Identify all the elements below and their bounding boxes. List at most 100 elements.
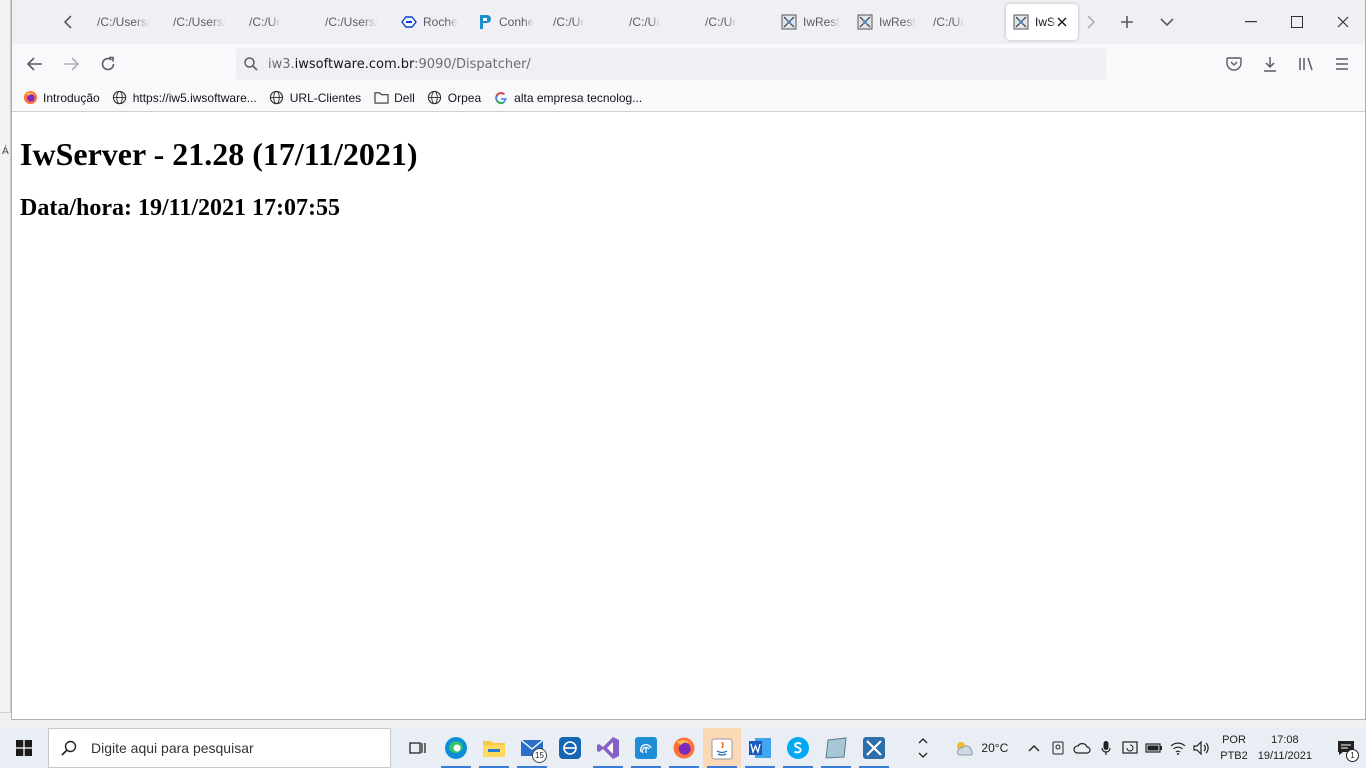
camera-icon[interactable] (1046, 728, 1070, 768)
tab-title: Conhe (499, 15, 535, 29)
url-text[interactable]: iw3.iwsoftware.com.br:9090/Dispatcher/ (268, 57, 531, 72)
overflow-scroll[interactable] (913, 728, 933, 768)
maximize-icon (1291, 16, 1303, 28)
folder-icon (483, 741, 505, 757)
close-tab-button[interactable] (1054, 14, 1070, 30)
app-window[interactable] (817, 728, 855, 768)
skype-app[interactable] (779, 728, 817, 768)
menu-button[interactable] (1327, 50, 1357, 78)
firefox-app[interactable] (665, 728, 703, 768)
tab[interactable]: /C:/Users/ (318, 4, 394, 40)
tab[interactable]: /C:/Ur (698, 4, 774, 40)
tab[interactable]: /C:/Ur (926, 4, 1002, 40)
tab[interactable]: /C:/Ur (242, 4, 318, 40)
bookmark-item[interactable]: URL-Clientes (269, 90, 361, 106)
tab-active[interactable]: IwS (1006, 4, 1078, 40)
edge-app[interactable] (437, 728, 475, 768)
pocket-icon (1226, 56, 1242, 71)
bookmark-label: https://iw5.iwsoftware... (132, 90, 257, 105)
notification-center-button[interactable]: 1 (1326, 728, 1366, 768)
notification-count: 1 (1346, 749, 1359, 762)
scroll-tabs-left-button[interactable] (55, 9, 81, 35)
globe-icon (112, 90, 128, 106)
clock[interactable]: 17:08 19/11/2021 (1258, 732, 1312, 764)
bookmarks-toolbar: Introdução https://iw5.iwsoftware... URL… (12, 84, 1365, 112)
tab[interactable]: Roche (394, 4, 470, 40)
url-bar[interactable]: iw3.iwsoftware.com.br:9090/Dispatcher/ (236, 48, 1106, 80)
plus-icon (1121, 16, 1133, 28)
bookmark-item[interactable]: https://iw5.iwsoftware... (112, 90, 257, 106)
volume-icon[interactable] (1190, 728, 1214, 768)
taskbar-apps: 15 (399, 728, 893, 768)
mail-app[interactable]: 15 (513, 728, 551, 768)
bookmark-item[interactable]: Introdução (22, 90, 100, 106)
bookmark-item[interactable]: Orpea (427, 90, 481, 106)
network-icon (857, 14, 873, 30)
tab-title: /C:/Ur (933, 15, 965, 29)
wifi-icon[interactable] (1166, 728, 1190, 768)
back-button[interactable] (20, 50, 50, 78)
bookmark-label: Dell (394, 90, 415, 105)
roche-logo-icon (401, 14, 417, 30)
taskbar-search-box[interactable]: Digite aqui para pesquisar (48, 728, 391, 768)
battery-icon[interactable] (1142, 728, 1166, 768)
tab-title: IwRest (879, 15, 916, 29)
list-all-tabs-button[interactable] (1154, 9, 1180, 35)
tab[interactable]: /C:/Ur (546, 4, 622, 40)
reload-button[interactable] (93, 50, 123, 78)
tab[interactable]: Conhe (470, 4, 546, 40)
tab[interactable]: IwRest (850, 4, 926, 40)
java-app[interactable] (703, 728, 741, 768)
microphone-icon[interactable] (1094, 728, 1118, 768)
tab-title: /C:/Ur (705, 15, 737, 29)
bookmark-label: URL-Clientes (289, 90, 362, 105)
tools-app[interactable] (855, 728, 893, 768)
keyboard-layout: PTB2 (1220, 750, 1248, 762)
word-icon (749, 738, 771, 758)
minimize-icon (1245, 21, 1257, 23)
chevron-down-icon (1160, 18, 1174, 27)
tab[interactable]: IwRest (774, 4, 850, 40)
clock-time: 17:08 (1271, 734, 1299, 746)
bookmark-folder[interactable]: Dell (373, 90, 415, 106)
weather-temperature[interactable]: 20°C (981, 741, 1008, 755)
app-window-icon (825, 737, 847, 759)
fingerprint-icon (635, 737, 657, 759)
bookmark-label: alta empresa tecnolog... (514, 90, 643, 105)
search-icon (61, 740, 77, 756)
tab[interactable]: /C:/Users/ (90, 4, 166, 40)
pocket-button[interactable] (1219, 50, 1249, 78)
page-title: IwServer - 21.28 (17/11/2021) (20, 136, 418, 172)
task-view-button[interactable] (399, 728, 437, 768)
start-button[interactable] (0, 728, 48, 768)
visual-studio-app[interactable] (589, 728, 627, 768)
tab[interactable]: /C:/Ur (622, 4, 698, 40)
tab-title: /C:/Users/ (173, 15, 227, 29)
downloads-button[interactable] (1255, 50, 1285, 78)
weather-icon[interactable] (947, 728, 981, 768)
arrow-left-icon (27, 57, 42, 71)
fingerprint-app[interactable] (627, 728, 665, 768)
tab-bar: /C:/Users/ /C:/Users/ /C:/Ur /C:/Users/ … (12, 0, 1365, 44)
onedrive-icon[interactable] (1070, 728, 1094, 768)
minimize-button[interactable] (1228, 0, 1274, 44)
maximize-button[interactable] (1274, 0, 1320, 44)
bookmark-item[interactable]: alta empresa tecnolog... (493, 90, 642, 106)
datetime-heading: Data/hora: 19/11/2021 17:07:55 (20, 195, 340, 221)
task-view-icon (409, 742, 426, 754)
new-tab-button[interactable] (1114, 9, 1140, 35)
close-window-button[interactable] (1320, 0, 1365, 44)
input-language-indicator[interactable]: POR PTB2 (1220, 732, 1248, 764)
show-hidden-icons-button[interactable] (1022, 728, 1046, 768)
scroll-tabs-right-button[interactable] (1078, 9, 1104, 35)
word-app[interactable] (741, 728, 779, 768)
firefox-icon (673, 737, 695, 759)
file-explorer-app[interactable] (475, 728, 513, 768)
library-button[interactable] (1291, 50, 1321, 78)
search-icon (244, 57, 258, 71)
tab[interactable]: /C:/Users/ (166, 4, 242, 40)
clock-date: 19/11/2021 (1257, 750, 1312, 762)
forward-button[interactable] (56, 50, 86, 78)
app-circle[interactable] (551, 728, 589, 768)
update-icon[interactable] (1118, 728, 1142, 768)
